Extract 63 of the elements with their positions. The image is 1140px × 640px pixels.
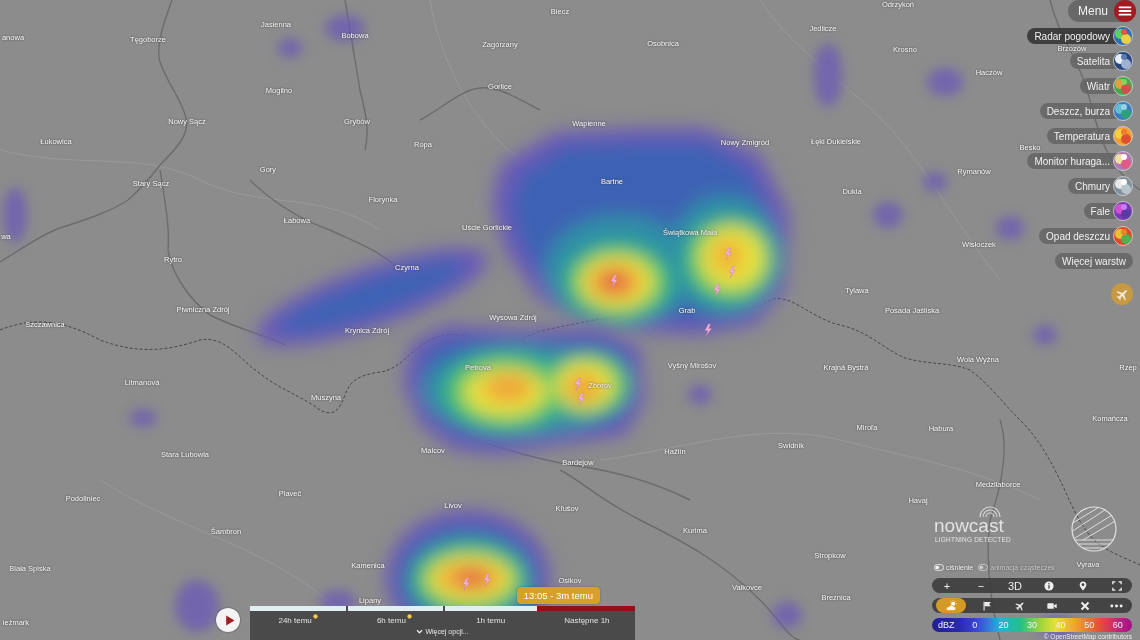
- legend-tick: 20: [998, 620, 1009, 630]
- layer-button[interactable]: Temperatura: [1046, 126, 1133, 146]
- time-step-button[interactable]: 24h temu: [276, 615, 320, 626]
- cross-icon: [1079, 600, 1090, 611]
- layer-button[interactable]: Satelita: [1069, 51, 1133, 71]
- time-step-button[interactable]: Następne 1h: [562, 615, 612, 626]
- layer-button[interactable]: Wiatr: [1079, 76, 1133, 96]
- toolbar-button[interactable]: −: [970, 578, 992, 593]
- toggle-switch-icon: [978, 563, 989, 571]
- radar-echo: [814, 43, 842, 107]
- radar-echo: [1033, 325, 1057, 345]
- fullscreen-icon: [1112, 580, 1122, 591]
- layer-button[interactable]: Opad deszczu: [1039, 226, 1133, 246]
- radar-echo: [923, 172, 947, 192]
- legend-tick: 50: [1084, 620, 1095, 630]
- chevron-down-icon: [416, 629, 424, 634]
- signal-arcs-icon: [978, 505, 1002, 517]
- layer-button[interactable]: Deszcz, burza: [1039, 101, 1133, 121]
- radar-echo: [873, 202, 903, 228]
- legend-tick: 40: [1055, 620, 1066, 630]
- radar-echo: [772, 602, 802, 628]
- legend-tick: 30: [1027, 620, 1037, 630]
- lightning-icon: [713, 283, 721, 297]
- timeline-track[interactable]: [250, 606, 635, 611]
- logo-wordmark: nowcast: [934, 517, 1004, 535]
- hamburger-menu-icon: [1114, 0, 1136, 22]
- radar-echo: [3, 187, 27, 243]
- radar-echo: [927, 68, 963, 96]
- time-tooltip: 13:05 - 3m temu: [516, 587, 600, 604]
- legend-tick: 0: [972, 620, 978, 630]
- time-step-button[interactable]: 1h temu: [474, 615, 508, 626]
- radar-echo: [996, 216, 1024, 240]
- airplane-icon: [1014, 600, 1025, 611]
- more-icon: [1110, 603, 1124, 608]
- video-camera-icon: [1047, 600, 1058, 611]
- menu-button[interactable]: Menu: [1067, 0, 1136, 22]
- lightning-icon: [483, 573, 491, 587]
- lightning-icon: [610, 274, 618, 288]
- layer-button[interactable]: Chmury: [1068, 176, 1133, 196]
- layer-button[interactable]: Monitor huraga...: [1027, 151, 1133, 171]
- layer-button[interactable]: Więcej warstw: [1055, 251, 1133, 271]
- weather-layer-button[interactable]: [936, 598, 966, 613]
- cloud-sun-icon: [944, 600, 958, 611]
- radar-echo: [688, 385, 712, 405]
- flag-icon: [982, 600, 993, 611]
- lightning-icon: [724, 247, 732, 261]
- radar-echo: [129, 409, 157, 427]
- airplane-icon: [1115, 287, 1129, 301]
- toggle-switch-icon: [934, 563, 944, 571]
- radar-echo: [278, 38, 302, 58]
- hatched-circle-icon: [1071, 506, 1117, 552]
- layer-button[interactable]: Fale: [1083, 201, 1133, 221]
- lightning-icon: [704, 323, 712, 337]
- layer-button[interactable]: Radar pogodowy: [1027, 26, 1133, 46]
- toolbar-button[interactable]: 3D: [1003, 578, 1027, 593]
- radar-echo: [175, 580, 219, 632]
- lightning-icon: [728, 265, 736, 279]
- toolbar-button[interactable]: +: [936, 578, 958, 593]
- legend-tick: 60: [1112, 620, 1123, 630]
- play-icon: [223, 614, 235, 626]
- lightning-icon: [462, 577, 470, 591]
- legend-unit: dBZ: [938, 620, 955, 630]
- time-step-button[interactable]: 6h temu: [374, 615, 414, 626]
